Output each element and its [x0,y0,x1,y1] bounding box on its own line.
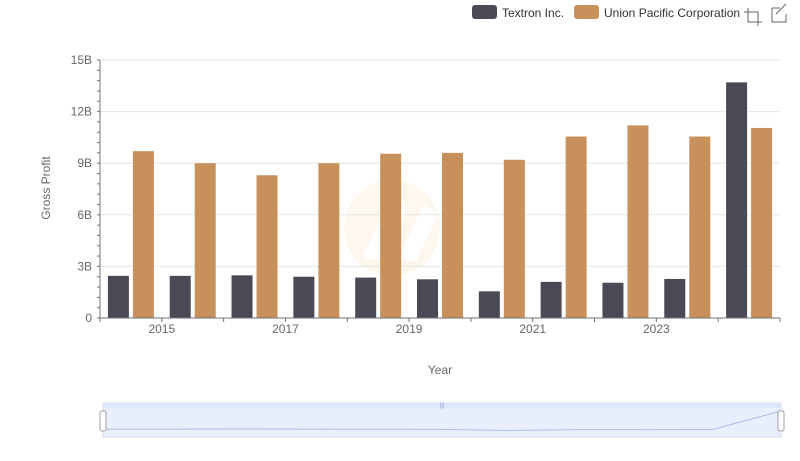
data-zoom-slider[interactable]: ||| [99,402,785,438]
bar-textron-2020[interactable] [478,291,500,318]
bar-textron-2017[interactable] [293,276,315,318]
bar-union-pacific-2022[interactable] [627,125,649,318]
chart: 0 3B 6B 9B 12B 15B 2015 2017 2019 2021 2023 Gross … [39,3,787,438]
bar-union-pacific-2023[interactable] [689,136,711,318]
bar-union-pacific-2017[interactable] [318,163,340,318]
bar-textron-2019[interactable] [417,279,438,318]
x-tick-label: 2021 [519,322,546,336]
legend[interactable]: Textron Inc. Union Pacific Corporation [472,5,740,20]
y-tick-label: 3B [77,259,92,273]
bar-union-pacific-2020[interactable] [503,159,525,318]
legend-label-union-pacific: Union Pacific Corporation [604,6,740,20]
restore-icon[interactable] [771,3,787,23]
bar-textron-2022[interactable] [602,282,624,318]
y-tick-label: 0 [85,311,92,325]
slider-handle-right[interactable] [777,410,785,432]
y-axis-title: Gross Profit [39,156,53,220]
legend-label-textron: Textron Inc. [502,6,564,20]
bar-textron-2021[interactable] [540,281,562,318]
y-tick-label: 6B [77,208,92,222]
zoom-region-icon[interactable] [744,8,762,26]
x-tick-label: 2019 [396,322,423,336]
bar-textron-2015[interactable] [169,275,191,318]
legend-swatch-textron [472,5,497,19]
bar-union-pacific-2019[interactable] [442,152,463,318]
bar-union-pacific-2015[interactable] [194,163,216,318]
bar-union-pacific-2016[interactable] [256,175,278,318]
x-axis-title: Year [428,363,452,377]
slider-handle-left[interactable] [99,410,107,432]
bar-textron-2016[interactable] [231,275,253,318]
bar-textron-2018[interactable] [355,277,377,318]
bar-series[interactable] [107,82,773,318]
y-tick-label: 15B [71,53,92,67]
x-tick-label: 2015 [148,322,175,336]
legend-item-union-pacific[interactable]: Union Pacific Corporation [574,5,740,20]
bar-union-pacific-2018[interactable] [380,153,402,318]
bar-union-pacific-2024[interactable] [751,127,773,318]
x-tick-label: 2023 [643,322,670,336]
x-tick-label: 2017 [272,322,299,336]
y-tick-label: 9B [77,156,92,170]
legend-item-textron[interactable]: Textron Inc. [472,5,564,20]
bar-textron-2024[interactable] [726,82,748,318]
bar-textron-2023[interactable] [664,278,686,318]
bar-union-pacific-2021[interactable] [565,136,587,318]
bar-union-pacific-2014[interactable] [132,151,154,318]
slider-grip-icon[interactable]: ||| [440,403,445,409]
legend-swatch-union-pacific [574,5,599,19]
y-tick-label: 12B [71,105,92,119]
bar-textron-2014[interactable] [107,275,129,318]
